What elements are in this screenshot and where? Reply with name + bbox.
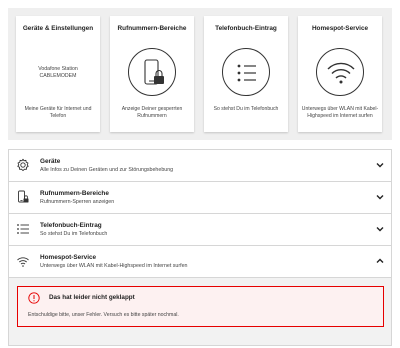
tile-description: Unterwegs über WLAN mit Kabel- Highspeed… (301, 106, 379, 120)
wifi-icon (17, 257, 29, 267)
tile-description-line: Unterwegs über WLAN mit Kabel- (301, 106, 379, 112)
accordion-title: Telefonbuch-Eintrag (40, 222, 102, 229)
accordion-subtitle: So stehst Du im Telefonbuch (40, 231, 108, 237)
tile-title: Rufnummern-Bereiche (117, 25, 187, 32)
device-type: CABLEMODEM (39, 73, 77, 79)
accordion-title: Rufnummern-Bereiche (40, 190, 109, 197)
accordion-subtitle: Rufnummern-Sperren anzeigen (40, 199, 115, 205)
accordion-item-devices[interactable]: Geräte Alle Infos zu Deinen Geräten und … (9, 150, 391, 182)
device-model: Vodafone Station (38, 66, 78, 72)
accordion-item-phonebook[interactable]: Telefonbuch-Eintrag So stehst Du im Tele… (9, 214, 391, 246)
list-icon (222, 48, 270, 96)
tile-description: So stehst Du im Telefonbuch (207, 106, 285, 113)
service-accordion: Geräte Alle Infos zu Deinen Geräten und … (8, 149, 392, 278)
chevron-down-icon[interactable] (375, 192, 385, 202)
accordion-title: Homespot-Service (40, 254, 97, 261)
tile-description-line: Telefon (49, 113, 67, 119)
accordion-subtitle: Unterwegs über WLAN mit Kabel-Highspeed … (40, 263, 188, 269)
error-title: Das hat leider nicht geklappt (49, 294, 135, 301)
service-tiles-area: Geräte & Einstellungen Vodafone Station … (8, 8, 392, 140)
tile-number-ranges[interactable]: Rufnummern-Bereiche Anzeige Deiner gespe… (110, 16, 194, 132)
list-icon (17, 224, 29, 234)
phone-lock-icon (128, 48, 176, 96)
wifi-icon (316, 48, 364, 96)
tile-phonebook[interactable]: Telefonbuch-Eintrag So stehst Du im Tele… (204, 16, 288, 132)
accordion-subtitle: Alle Infos zu Deinen Geräten und zur Stö… (40, 167, 174, 173)
accordion-item-number-ranges[interactable]: Rufnummern-Bereiche Rufnummern-Sperren a… (9, 182, 391, 214)
tile-title: Telefonbuch-Eintrag (215, 25, 277, 32)
tile-description-line: Anzeige Deiner gesperrten (121, 106, 183, 112)
error-message: Entschuldige bitte, unser Fehler. Versuc… (28, 312, 179, 318)
gear-icon (17, 158, 29, 172)
tile-description-line: Meine Geräte für Internet und (24, 106, 92, 112)
chevron-down-icon[interactable] (375, 160, 385, 170)
homespot-panel: Das hat leider nicht geklappt Entschuldi… (8, 278, 392, 346)
device-name: Vodafone Station CABLEMODEM (16, 66, 100, 80)
chevron-up-icon[interactable] (375, 256, 385, 266)
tile-description: Meine Geräte für Internet und Telefon (19, 106, 97, 120)
tile-description-line: So stehst Du im Telefonbuch (213, 106, 279, 112)
tile-homespot[interactable]: Homespot-Service Unterwegs über WLAN mit… (298, 16, 382, 132)
error-icon (28, 292, 40, 304)
chevron-down-icon[interactable] (375, 224, 385, 234)
tile-description-line: Highspeed im Internet surfen (307, 113, 373, 119)
tile-description: Anzeige Deiner gesperrten Rufnummern (113, 106, 191, 120)
phone-lock-icon (18, 190, 29, 203)
tile-devices[interactable]: Geräte & Einstellungen Vodafone Station … (16, 16, 100, 132)
accordion-title: Geräte (40, 158, 61, 165)
tile-title: Geräte & Einstellungen (22, 25, 94, 32)
accordion-item-homespot[interactable]: Homespot-Service Unterwegs über WLAN mit… (9, 246, 391, 277)
error-alert: Das hat leider nicht geklappt Entschuldi… (17, 286, 384, 327)
tile-title: Homespot-Service (311, 25, 369, 32)
tile-description-line: Rufnummern (137, 113, 167, 119)
